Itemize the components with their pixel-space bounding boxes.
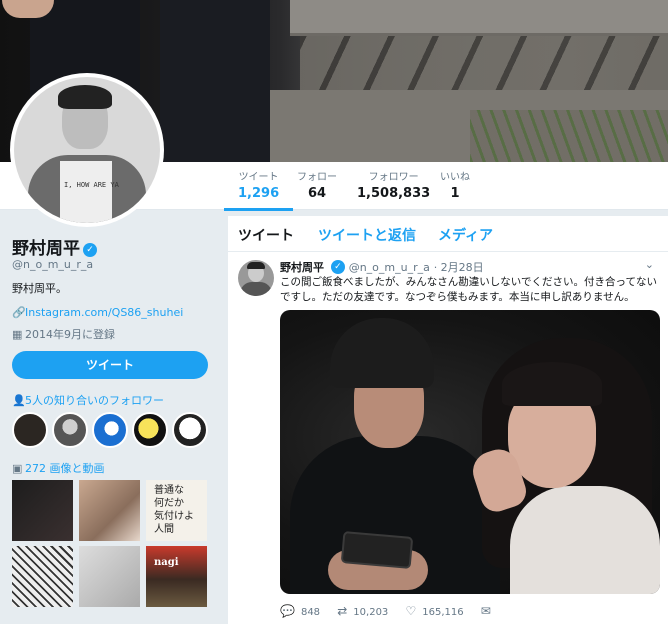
envelope-icon: ✉ xyxy=(480,604,491,618)
retweet-count: 10,203 xyxy=(353,607,389,618)
follower-avatar[interactable] xyxy=(132,412,168,448)
link-icon: 🔗 xyxy=(12,306,26,319)
chevron-down-icon[interactable]: ⌄ xyxy=(645,258,654,271)
tweet-text: この間ご飯食べましたが、みんなさん勘違いしないでください。付き合ってないですし。… xyxy=(280,276,657,303)
follower-avatar[interactable] xyxy=(172,412,208,448)
media-thumb-text: nagi xyxy=(154,557,179,568)
tweet-date[interactable]: · 2月28日 xyxy=(434,261,484,274)
nav-likes[interactable]: いいね 1 xyxy=(440,168,470,201)
media-thumb[interactable]: 普通な 何だか 気付けよ 人間 xyxy=(146,480,207,541)
media-thumb[interactable] xyxy=(79,546,140,607)
heart-icon: ♡ xyxy=(405,604,417,618)
profile-avatar[interactable]: I, HOW ARE YA xyxy=(10,73,164,227)
reply-icon: 💬 xyxy=(280,604,295,618)
nav-tweets-count: 1,296 xyxy=(238,186,280,201)
tweet-author-name[interactable]: 野村周平 xyxy=(280,261,324,274)
media-thumb-text: 普通な 何だか 気付けよ 人間 xyxy=(154,485,194,535)
media-link-text[interactable]: 272 画像と動画 xyxy=(25,462,105,475)
profile-joined-text: 2014年9月に登録 xyxy=(25,328,115,341)
tweet-avatar[interactable] xyxy=(238,260,274,296)
profile-sidebar: 野村周平 ✓ @n_o_m_u_r_a 野村周平。 🔗Instagram.com/… xyxy=(0,210,218,624)
like-count: 165,116 xyxy=(422,607,464,618)
tweet-actions: 💬 848 ⇄ 10,203 ♡ 165,116 ✉ xyxy=(280,604,511,618)
timeline: ツイート ツイートと返信 メディア 野村周平 ✓ @n_o_m_u_r_a · … xyxy=(228,216,668,624)
media-thumb[interactable] xyxy=(79,480,140,541)
image-icon: ▣ xyxy=(12,462,23,475)
nav-likes-label: いいね xyxy=(440,172,470,183)
retweet-button[interactable]: ⇄ 10,203 xyxy=(337,604,388,618)
media-thumb[interactable] xyxy=(12,480,73,541)
nav-followers-count: 1,508,833 xyxy=(357,186,431,201)
tweet-author-handle[interactable]: @n_o_m_u_r_a xyxy=(349,261,430,274)
nav-following[interactable]: フォロー 64 xyxy=(297,168,337,201)
nav-tweets-label: ツイート xyxy=(238,172,279,183)
tab-tweets[interactable]: ツイート xyxy=(238,225,294,245)
nav-tweets[interactable]: ツイート 1,296 xyxy=(223,168,294,211)
profile-name-text: 野村周平 xyxy=(12,239,80,259)
tweet-to-button[interactable]: ツイート xyxy=(12,351,208,379)
nav-likes-count: 1 xyxy=(450,186,460,201)
reply-button[interactable]: 💬 848 xyxy=(280,604,320,618)
tab-tweets-and-replies[interactable]: ツイートと返信 xyxy=(318,225,416,245)
verified-icon: ✓ xyxy=(83,243,97,257)
retweet-icon: ⇄ xyxy=(337,604,348,618)
reply-count: 848 xyxy=(300,607,321,618)
profile-name: 野村周平 ✓ xyxy=(12,234,97,259)
tab-media[interactable]: メディア xyxy=(438,225,493,245)
person-icon: 👤 xyxy=(12,394,26,407)
like-button[interactable]: ♡ 165,116 xyxy=(405,604,463,618)
calendar-icon: ▦ xyxy=(12,328,23,341)
timeline-tabs: ツイート ツイートと返信 メディア xyxy=(228,216,668,252)
profile-bio: 野村周平。 xyxy=(12,282,67,295)
direct-message-button[interactable]: ✉ xyxy=(481,604,497,618)
media-thumb[interactable] xyxy=(12,546,73,607)
nav-following-count: 64 xyxy=(307,186,327,201)
profile-joined: ▦ 2014年9月に登録 xyxy=(12,326,115,342)
verified-icon: ✓ xyxy=(330,260,345,274)
media-link[interactable]: ▣ 272 画像と動画 xyxy=(12,460,105,476)
followers-you-know-text[interactable]: 5人の知り合いのフォロワー xyxy=(25,394,164,407)
profile-handle: @n_o_m_u_r_a xyxy=(12,258,94,271)
follower-avatar[interactable] xyxy=(92,412,128,448)
tweet-photo[interactable] xyxy=(280,310,660,594)
tweet-author[interactable]: 野村周平 ✓ @n_o_m_u_r_a · 2月28日 xyxy=(280,259,484,275)
follower-avatar[interactable] xyxy=(12,412,48,448)
nav-followers[interactable]: フォロワー 1,508,833 xyxy=(357,168,430,201)
profile-url[interactable]: 🔗Instagram.com/QS86_shuhei xyxy=(12,306,183,319)
followers-you-know[interactable]: 👤5人の知り合いのフォロワー xyxy=(12,392,164,408)
follower-avatar[interactable] xyxy=(52,412,88,448)
nav-followers-label: フォロワー xyxy=(368,172,419,183)
nav-following-label: フォロー xyxy=(297,172,337,183)
profile-url-text[interactable]: Instagram.com/QS86_shuhei xyxy=(25,306,183,319)
media-thumb[interactable]: nagi xyxy=(146,546,207,607)
